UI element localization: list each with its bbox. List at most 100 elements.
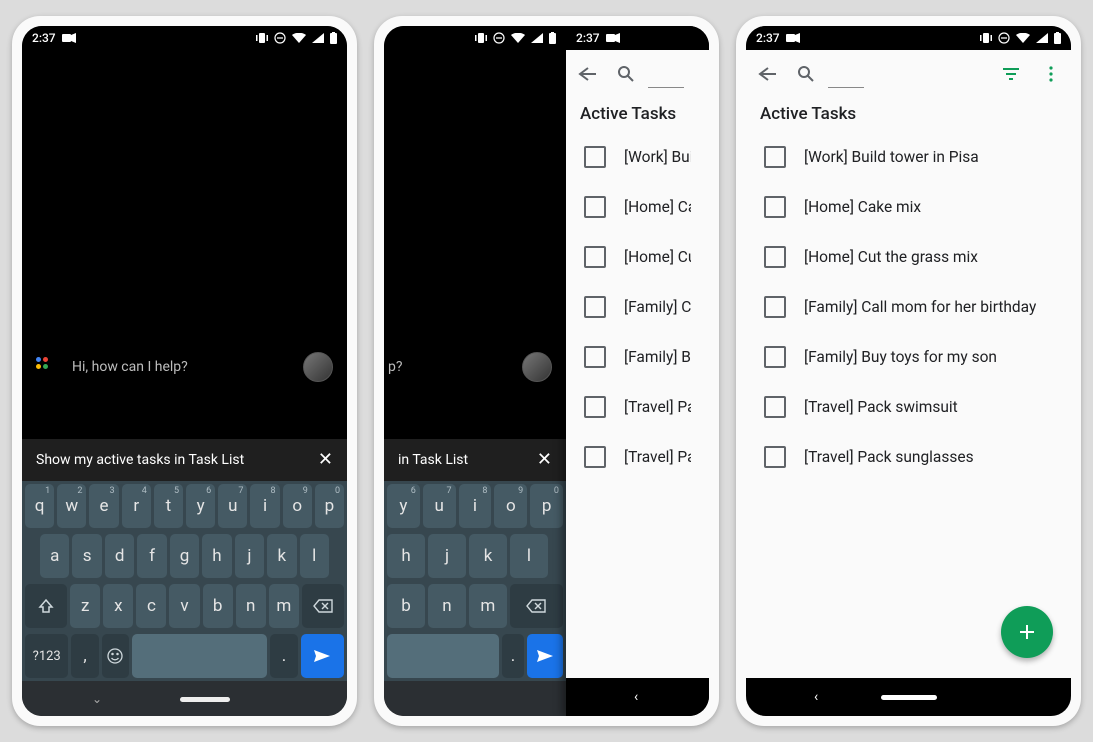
task-item[interactable]: [Home] Cake	[566, 182, 709, 232]
key-e[interactable]: e3	[89, 484, 118, 528]
task-item[interactable]: [Family] Buy t	[566, 332, 709, 382]
key-y[interactable]: y6	[186, 484, 215, 528]
key-l[interactable]: l	[300, 534, 329, 578]
key-n[interactable]: n	[236, 584, 266, 628]
task-item[interactable]: [Work] Build t	[566, 132, 709, 182]
comma-key[interactable]: ,	[71, 634, 98, 678]
key-o[interactable]: o9	[494, 484, 527, 528]
status-bar-under	[384, 26, 566, 50]
checkbox[interactable]	[584, 396, 606, 418]
task-item[interactable]: [Family] Buy toys for my son	[746, 332, 1071, 382]
task-item[interactable]: [Travel] Pack swimsuit	[746, 382, 1071, 432]
key-j[interactable]: j	[428, 534, 466, 578]
user-avatar[interactable]	[303, 352, 333, 382]
battery-icon	[1054, 32, 1061, 44]
symbols-key[interactable]: ?123	[25, 634, 68, 678]
period-key[interactable]: .	[270, 634, 297, 678]
checkbox[interactable]	[764, 296, 786, 318]
key-s[interactable]: s	[72, 534, 101, 578]
key-h[interactable]: h	[387, 534, 425, 578]
key-m[interactable]: m	[469, 584, 507, 628]
key-k[interactable]: k	[469, 534, 507, 578]
key-i[interactable]: i8	[250, 484, 279, 528]
task-item[interactable]: [Home] Cut th	[566, 232, 709, 282]
task-item[interactable]: [Travel] Pack sunglasses	[746, 432, 1071, 482]
key-w[interactable]: w2	[57, 484, 86, 528]
close-icon[interactable]: ✕	[537, 451, 552, 469]
backspace-key[interactable]	[510, 584, 563, 628]
checkbox[interactable]	[764, 196, 786, 218]
home-pill[interactable]	[180, 697, 230, 702]
checkbox[interactable]	[584, 296, 606, 318]
add-task-fab[interactable]	[1001, 606, 1053, 658]
filter-icon[interactable]	[999, 62, 1023, 86]
send-key[interactable]	[527, 634, 563, 678]
key-d[interactable]: d	[105, 534, 134, 578]
key-p[interactable]: p0	[315, 484, 344, 528]
key-i[interactable]: i8	[459, 484, 492, 528]
checkbox[interactable]	[764, 396, 786, 418]
shift-key[interactable]	[25, 584, 67, 628]
space-key[interactable]	[387, 634, 499, 678]
send-key[interactable]	[301, 634, 344, 678]
dnd-icon	[493, 32, 505, 44]
key-u[interactable]: u7	[423, 484, 456, 528]
key-b[interactable]: b	[387, 584, 425, 628]
key-o[interactable]: o9	[283, 484, 312, 528]
key-q[interactable]: q1	[25, 484, 54, 528]
key-t[interactable]: t5	[154, 484, 183, 528]
checkbox[interactable]	[764, 446, 786, 468]
backspace-key[interactable]	[302, 584, 344, 628]
search-icon[interactable]	[614, 62, 638, 86]
back-caret-icon[interactable]: ‹	[634, 689, 638, 705]
key-j[interactable]: j	[235, 534, 264, 578]
back-icon[interactable]	[754, 62, 778, 86]
assistant-input-bar[interactable]: Show my active tasks in Task List ✕	[22, 439, 347, 481]
space-key[interactable]	[132, 634, 268, 678]
key-y[interactable]: y6	[387, 484, 420, 528]
chevron-down-icon[interactable]: ⌄	[92, 692, 102, 706]
keyboard[interactable]: q1w2e3r4t5y6u7i8o9p0 asdfghjkl zxcvbnm ?…	[22, 481, 347, 681]
key-f[interactable]: f	[137, 534, 166, 578]
key-h[interactable]: h	[202, 534, 231, 578]
checkbox[interactable]	[764, 246, 786, 268]
key-x[interactable]: x	[103, 584, 133, 628]
emoji-key[interactable]	[102, 634, 129, 678]
more-icon[interactable]	[1039, 62, 1063, 86]
key-m[interactable]: m	[269, 584, 299, 628]
key-c[interactable]: c	[136, 584, 166, 628]
task-item[interactable]: [Travel] Pack s	[566, 432, 709, 482]
checkbox[interactable]	[584, 146, 606, 168]
task-item[interactable]: [Family] Call mom for her birthday	[746, 282, 1071, 332]
checkbox[interactable]	[764, 346, 786, 368]
key-b[interactable]: b	[203, 584, 233, 628]
key-p[interactable]: p0	[530, 484, 563, 528]
home-pill[interactable]	[881, 695, 937, 700]
key-g[interactable]: g	[170, 534, 199, 578]
checkbox[interactable]	[584, 446, 606, 468]
search-icon[interactable]	[794, 62, 818, 86]
back-caret-icon[interactable]: ‹	[814, 689, 818, 705]
task-item[interactable]: [Home] Cake mix	[746, 182, 1071, 232]
close-icon[interactable]: ✕	[318, 451, 333, 469]
key-n[interactable]: n	[428, 584, 466, 628]
period-key[interactable]: .	[502, 634, 524, 678]
task-item[interactable]: [Work] Build tower in Pisa	[746, 132, 1071, 182]
key-l[interactable]: l	[510, 534, 548, 578]
checkbox[interactable]	[584, 196, 606, 218]
checkbox[interactable]	[584, 246, 606, 268]
key-r[interactable]: r4	[122, 484, 151, 528]
task-item[interactable]: [Travel] Pack s	[566, 382, 709, 432]
back-icon[interactable]	[574, 62, 598, 86]
user-avatar[interactable]	[522, 352, 552, 382]
task-item[interactable]: [Family] Call m	[566, 282, 709, 332]
keyboard-partial[interactable]: y6u7i8o9p0 hjkl bnm .	[384, 481, 566, 681]
checkbox[interactable]	[764, 146, 786, 168]
key-a[interactable]: a	[40, 534, 69, 578]
key-z[interactable]: z	[70, 584, 100, 628]
task-item[interactable]: [Home] Cut the grass mix	[746, 232, 1071, 282]
key-u[interactable]: u7	[218, 484, 247, 528]
checkbox[interactable]	[584, 346, 606, 368]
key-k[interactable]: k	[267, 534, 296, 578]
key-v[interactable]: v	[169, 584, 199, 628]
